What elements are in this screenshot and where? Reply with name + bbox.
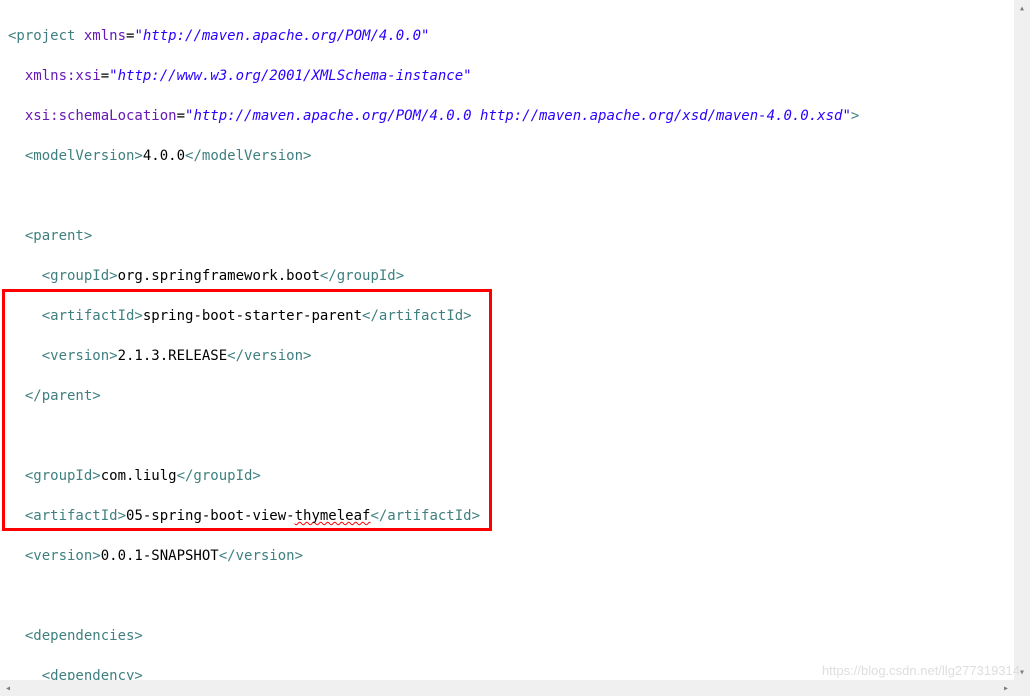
scrollbar-corner	[1014, 680, 1030, 696]
xml-attr: xsi:schemaLocation	[25, 108, 177, 124]
xml-tag: <dependency>	[42, 668, 143, 680]
xml-attr: xmlns:xsi	[25, 68, 101, 84]
xml-tag: <dependencies>	[25, 628, 143, 644]
xml-text: 4.0.0	[143, 148, 185, 164]
code-editor[interactable]: <project xmlns="http://maven.apache.org/…	[0, 0, 1014, 680]
xml-tag: <groupId>	[42, 268, 118, 284]
watermark-text: https://blog.csdn.net/llg277319314	[822, 663, 1020, 678]
xml-tag: <version>	[42, 348, 118, 364]
spellcheck-word: thymeleaf	[295, 508, 371, 524]
xml-attr: xmlns	[84, 28, 126, 44]
xml-tag: <artifactId>	[42, 308, 143, 324]
xml-text: spring-boot-starter-parent	[143, 308, 362, 324]
horizontal-scrollbar[interactable]: ◂ ▸	[0, 680, 1014, 696]
xml-tag: <modelVersion>	[25, 148, 143, 164]
xml-text: 2.1.3.RELEASE	[118, 348, 228, 364]
xml-attr-value: "http://www.w3.org/2001/XMLSchema-instan…	[109, 68, 471, 84]
scroll-right-icon[interactable]: ▸	[998, 680, 1014, 696]
xml-tag: <artifactId>	[25, 508, 126, 524]
xml-text: org.springframework.boot	[118, 268, 320, 284]
xml-content: <project xmlns="http://maven.apache.org/…	[0, 0, 1014, 680]
xml-text: 05-spring-boot-view-	[126, 508, 295, 524]
scroll-up-icon[interactable]: ▴	[1014, 0, 1030, 16]
scroll-left-icon[interactable]: ◂	[0, 680, 16, 696]
xml-tag: <parent>	[25, 228, 92, 244]
xml-tag: </modelVersion>	[185, 148, 311, 164]
xml-text: 0.0.1-SNAPSHOT	[101, 548, 219, 564]
xml-attr-value: "http://maven.apache.org/POM/4.0.0"	[134, 28, 429, 44]
xml-attr-value: "http://maven.apache.org/POM/4.0.0 http:…	[185, 108, 851, 124]
vertical-scrollbar[interactable]: ▴ ▾	[1014, 0, 1030, 680]
xml-tag: </parent>	[25, 388, 101, 404]
xml-text: com.liulg	[101, 468, 177, 484]
xml-tag: <project	[8, 28, 84, 44]
xml-tag: <groupId>	[25, 468, 101, 484]
xml-tag: <version>	[25, 548, 101, 564]
